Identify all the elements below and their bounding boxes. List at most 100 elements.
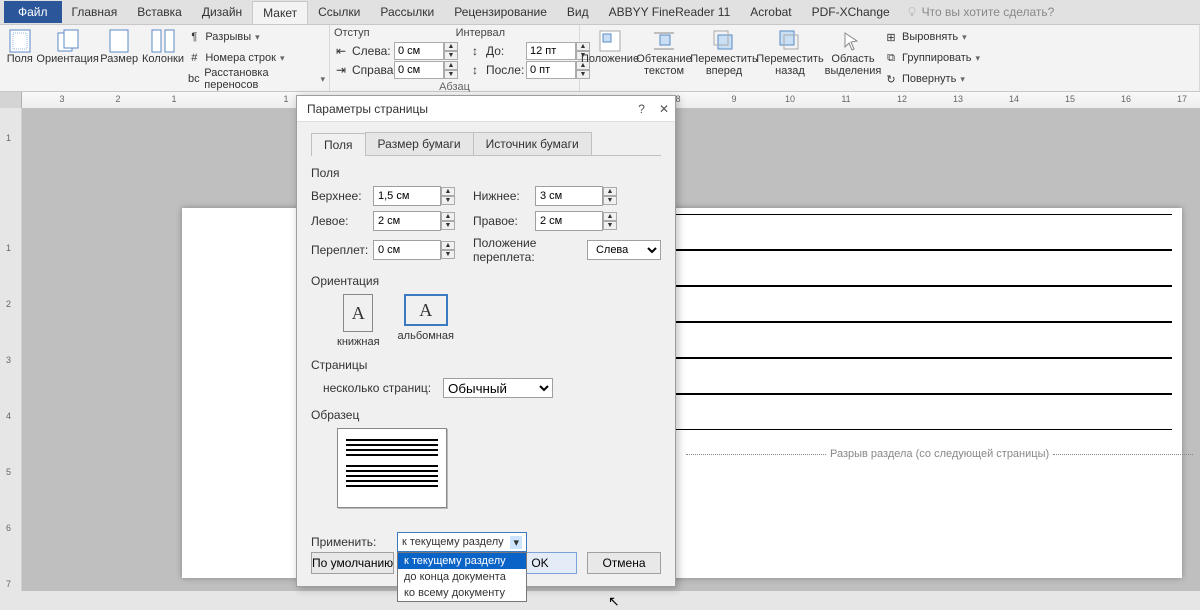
menu-file[interactable]: Файл xyxy=(4,1,62,23)
wrap-icon xyxy=(650,29,678,53)
columns-button[interactable]: Колонки xyxy=(141,27,186,65)
tell-me-search[interactable]: Что вы хотите сделать? xyxy=(906,5,1055,19)
bottom-margin-spin[interactable]: ▲▼ xyxy=(535,186,617,206)
apply-option-end[interactable]: до конца документа xyxy=(398,569,526,585)
portrait-button[interactable]: A книжная xyxy=(337,294,380,348)
indent-left-input[interactable] xyxy=(394,42,444,60)
menu-review[interactable]: Рецензирование xyxy=(444,1,557,23)
size-button[interactable]: Размер xyxy=(100,27,139,65)
page-setup-dialog: Параметры страницы ? ✕ Поля Размер бумаг… xyxy=(296,95,676,587)
position-icon xyxy=(596,29,624,53)
hyphenation-icon: bc xyxy=(187,72,200,86)
menu-view[interactable]: Вид xyxy=(557,1,599,23)
spacing-before-input[interactable] xyxy=(526,42,576,60)
orientation-button[interactable]: Ориентация xyxy=(38,27,98,65)
menu-insert[interactable]: Вставка xyxy=(127,1,192,23)
vertical-ruler[interactable]: 1 1 2 3 4 5 6 7 xyxy=(0,108,22,591)
table-row[interactable] xyxy=(674,322,1172,358)
table-row[interactable] xyxy=(674,250,1172,286)
indent-right-spin[interactable]: ▲▼ xyxy=(394,61,458,79)
group-page-setup: Поля Ориентация Размер Колонки ¶Разрывы▾… xyxy=(0,25,330,91)
spacing-after-input[interactable] xyxy=(526,61,576,79)
orientation-label: Ориентация xyxy=(36,53,98,65)
group-arrange: Положение Обтекание текстом Переместить … xyxy=(580,25,1200,91)
rotate-button[interactable]: ↻Повернуть▾ xyxy=(884,69,980,89)
table-row[interactable] xyxy=(674,358,1172,394)
menu-references[interactable]: Ссылки xyxy=(308,1,370,23)
default-button[interactable]: По умолчанию xyxy=(311,552,394,574)
wrap-text-button[interactable]: Обтекание текстом xyxy=(638,27,690,77)
table-row[interactable] xyxy=(674,394,1172,430)
size-icon xyxy=(105,29,133,53)
top-margin-spin[interactable]: ▲▼ xyxy=(373,186,455,206)
apply-option-current[interactable]: к текущему разделу xyxy=(398,553,526,569)
apply-option-whole[interactable]: ко всему документу xyxy=(398,585,526,601)
indent-header: Отступ xyxy=(334,27,370,41)
table-row[interactable] xyxy=(674,286,1172,322)
group-paragraph: Отступ Интервал ⇤ Слева: ▲▼ ↕ До: ▲▼ ⇥ С… xyxy=(330,25,580,91)
menubar: Файл Главная Вставка Дизайн Макет Ссылки… xyxy=(0,0,1200,25)
margins-section-header: Поля xyxy=(311,166,661,180)
tell-me-text: Что вы хотите сделать? xyxy=(922,5,1055,19)
menu-design[interactable]: Дизайн xyxy=(192,1,252,23)
sample-section-header: Образец xyxy=(311,408,661,422)
menu-finereader[interactable]: ABBYY FineReader 11 xyxy=(599,1,741,23)
selection-pane-button[interactable]: Область выделения xyxy=(824,27,882,77)
position-button[interactable]: Положение xyxy=(584,27,636,65)
bulb-icon xyxy=(906,6,918,18)
menu-layout[interactable]: Макет xyxy=(252,1,308,24)
ruler-corner xyxy=(0,92,22,108)
table-row[interactable] xyxy=(674,214,1172,250)
indent-right-icon: ⇥ xyxy=(334,63,348,77)
send-backward-button[interactable]: Переместить назад xyxy=(758,27,822,77)
right-margin-spin[interactable]: ▲▼ xyxy=(535,211,617,231)
document-table[interactable] xyxy=(674,214,1172,430)
menu-home[interactable]: Главная xyxy=(62,1,128,23)
multi-pages-select[interactable]: Обычный xyxy=(443,378,553,398)
menu-pdfxchange[interactable]: PDF-XChange xyxy=(802,1,900,23)
dialog-close-button[interactable]: ✕ xyxy=(659,102,669,116)
orientation-section-header: Ориентация xyxy=(311,274,661,288)
group-button[interactable]: ⧉Группировать▾ xyxy=(884,48,980,68)
backward-icon xyxy=(776,29,804,53)
align-button[interactable]: ⊞Выровнять▾ xyxy=(884,27,980,47)
line-numbers-button[interactable]: #Номера строк▾ xyxy=(187,48,325,68)
cancel-button[interactable]: Отмена xyxy=(587,552,661,574)
breaks-icon: ¶ xyxy=(187,30,201,44)
tab-margins[interactable]: Поля xyxy=(311,133,366,156)
gutter-spin[interactable]: ▲▼ xyxy=(373,240,455,260)
landscape-button[interactable]: A альбомная xyxy=(398,294,454,348)
menu-acrobat[interactable]: Acrobat xyxy=(740,1,801,23)
apply-to-label: Применить: xyxy=(311,535,389,549)
apply-to-select[interactable]: к текущему разделу ▾ xyxy=(397,532,527,552)
right-margin-label: Правое: xyxy=(473,214,529,228)
selection-icon xyxy=(839,29,867,53)
columns-icon xyxy=(149,29,177,53)
margins-icon xyxy=(6,29,34,53)
hyphenation-button[interactable]: bcРасстановка переносов▾ xyxy=(187,69,325,89)
tab-paper-source[interactable]: Источник бумаги xyxy=(473,132,592,155)
dialog-titlebar[interactable]: Параметры страницы ? ✕ xyxy=(297,96,675,122)
indent-left-label: Слева: xyxy=(352,44,390,58)
dialog-help-button[interactable]: ? xyxy=(638,102,645,116)
gutter-pos-label: Положение переплета: xyxy=(473,236,581,264)
spacing-header: Интервал xyxy=(456,27,505,41)
indent-left-spin[interactable]: ▲▼ xyxy=(394,42,458,60)
left-margin-spin[interactable]: ▲▼ xyxy=(373,211,455,231)
gutter-pos-select[interactable]: Слева xyxy=(587,240,661,260)
arrange-stack: ⊞Выровнять▾ ⧉Группировать▾ ↻Повернуть▾ xyxy=(884,27,980,89)
bring-forward-button[interactable]: Переместить вперед xyxy=(692,27,756,77)
indent-right-input[interactable] xyxy=(394,61,444,79)
spacing-before-label: До: xyxy=(486,44,522,58)
landscape-icon: A xyxy=(404,294,448,326)
tab-paper-size[interactable]: Размер бумаги xyxy=(365,132,474,155)
section-break-marker: Разрыв раздела (со следующей страницы) xyxy=(682,448,1197,460)
orientation-icon xyxy=(54,29,82,53)
margins-button[interactable]: Поля xyxy=(4,27,36,65)
indent-right-label: Справа: xyxy=(352,63,390,77)
breaks-button[interactable]: ¶Разрывы▾ xyxy=(187,27,325,47)
page-setup-stack: ¶Разрывы▾ #Номера строк▾ bcРасстановка п… xyxy=(187,27,325,89)
bottom-margin-label: Нижнее: xyxy=(473,189,529,203)
group-icon: ⧉ xyxy=(884,51,898,65)
menu-mailings[interactable]: Рассылки xyxy=(370,1,444,23)
